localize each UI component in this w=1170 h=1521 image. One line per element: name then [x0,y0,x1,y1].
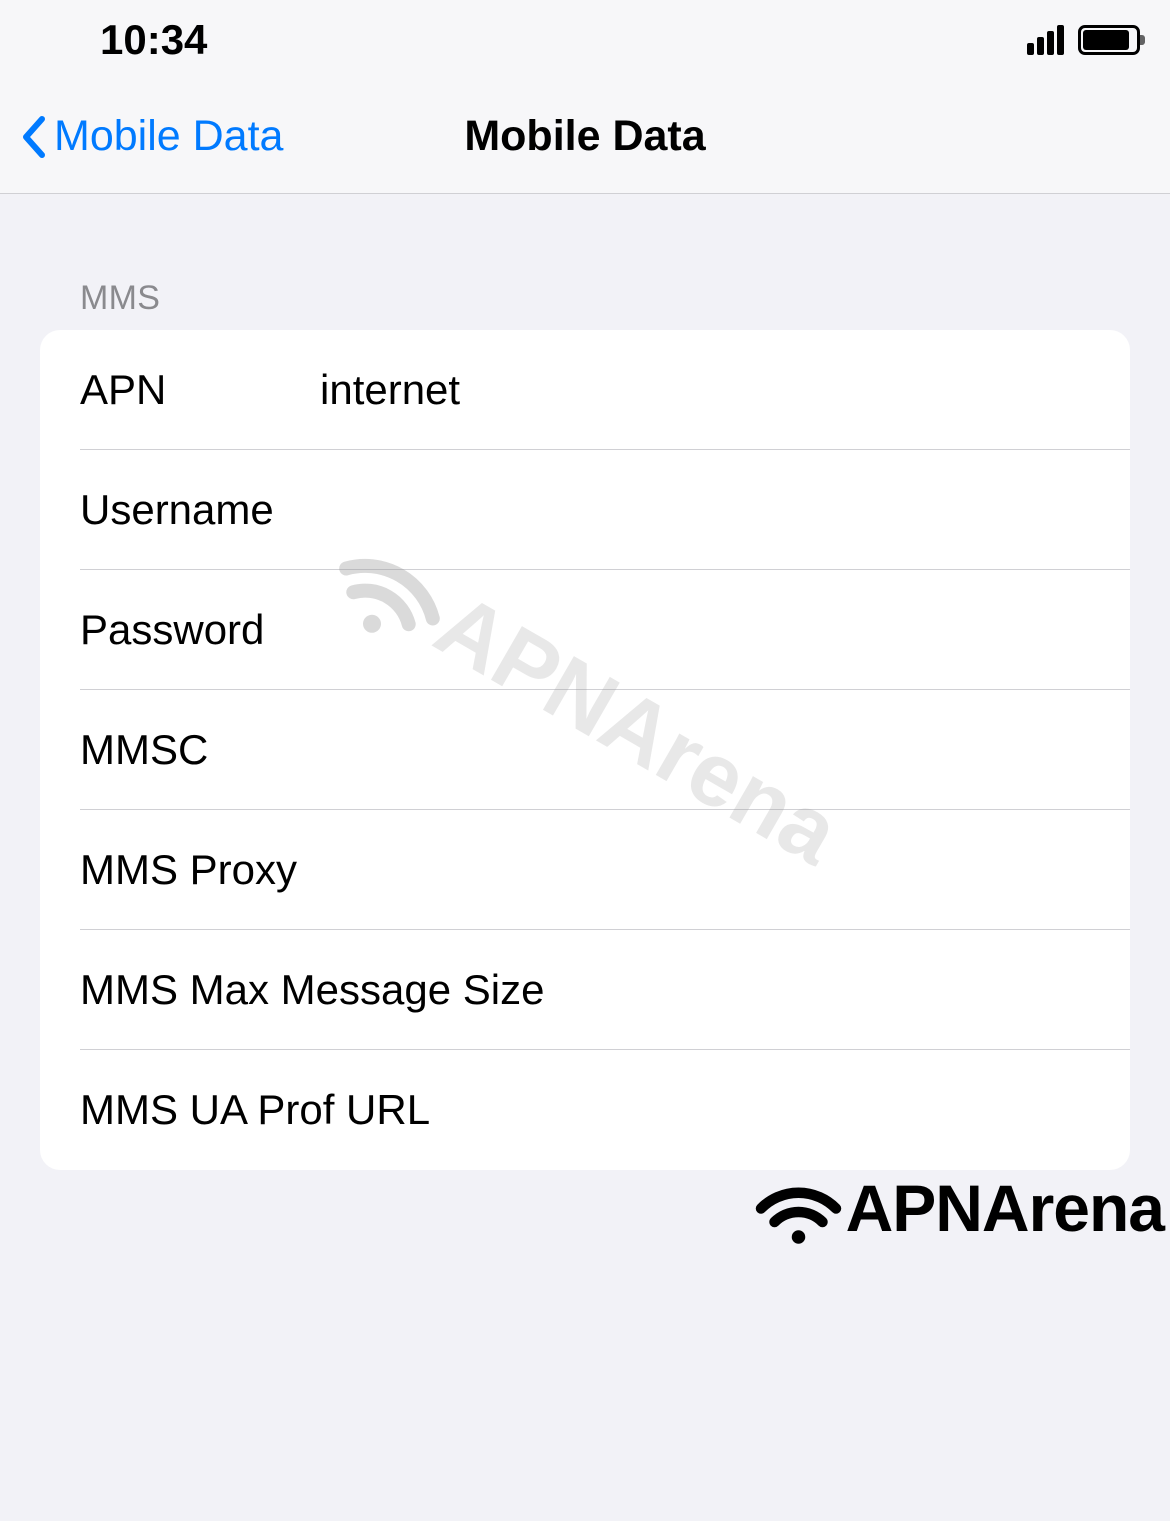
label-apn: APN [80,366,260,414]
back-label: Mobile Data [54,112,283,161]
row-username[interactable]: Username [40,450,1130,570]
label-password: Password [80,606,264,654]
wifi-icon [751,1171,846,1246]
status-time: 10:34 [100,16,207,64]
label-username: Username [80,486,274,534]
input-password[interactable] [324,606,1090,654]
row-mms-proxy[interactable]: MMS Proxy [40,810,1130,930]
cellular-signal-icon [1027,25,1064,55]
page-title: Mobile Data [464,112,705,161]
mms-settings-group: APN Username Password MMSC MMS Proxy MMS… [40,330,1130,1170]
chevron-left-icon [20,115,46,159]
label-mms-ua-prof-url: MMS UA Prof URL [80,1086,430,1134]
status-indicators [1027,25,1140,55]
row-mmsc[interactable]: MMSC [40,690,1130,810]
content: MMS APN Username Password MMSC MMS Proxy… [0,194,1170,1170]
label-mmsc: MMSC [80,726,208,774]
row-mms-max-size[interactable]: MMS Max Message Size [40,930,1130,1050]
input-username[interactable] [334,486,1090,534]
section-header-mms: MMS [40,194,1130,330]
branding-text: APNArena [846,1170,1164,1246]
row-apn[interactable]: APN [40,330,1130,450]
row-mms-ua-prof-url[interactable]: MMS UA Prof URL [40,1050,1130,1170]
label-mms-proxy: MMS Proxy [80,846,297,894]
input-mmsc[interactable] [268,726,1090,774]
back-button[interactable]: Mobile Data [20,112,283,161]
input-mms-proxy[interactable] [357,846,1090,894]
status-bar: 10:34 [0,0,1170,80]
navigation-bar: Mobile Data Mobile Data [0,80,1170,194]
row-password[interactable]: Password [40,570,1130,690]
battery-icon [1078,25,1140,55]
input-mms-max-size[interactable] [604,966,1130,1014]
branding-logo: APNArena [751,1170,1164,1246]
input-mms-ua-prof-url[interactable] [490,1086,1090,1134]
label-mms-max-size: MMS Max Message Size [80,966,544,1014]
input-apn[interactable] [320,366,1090,414]
